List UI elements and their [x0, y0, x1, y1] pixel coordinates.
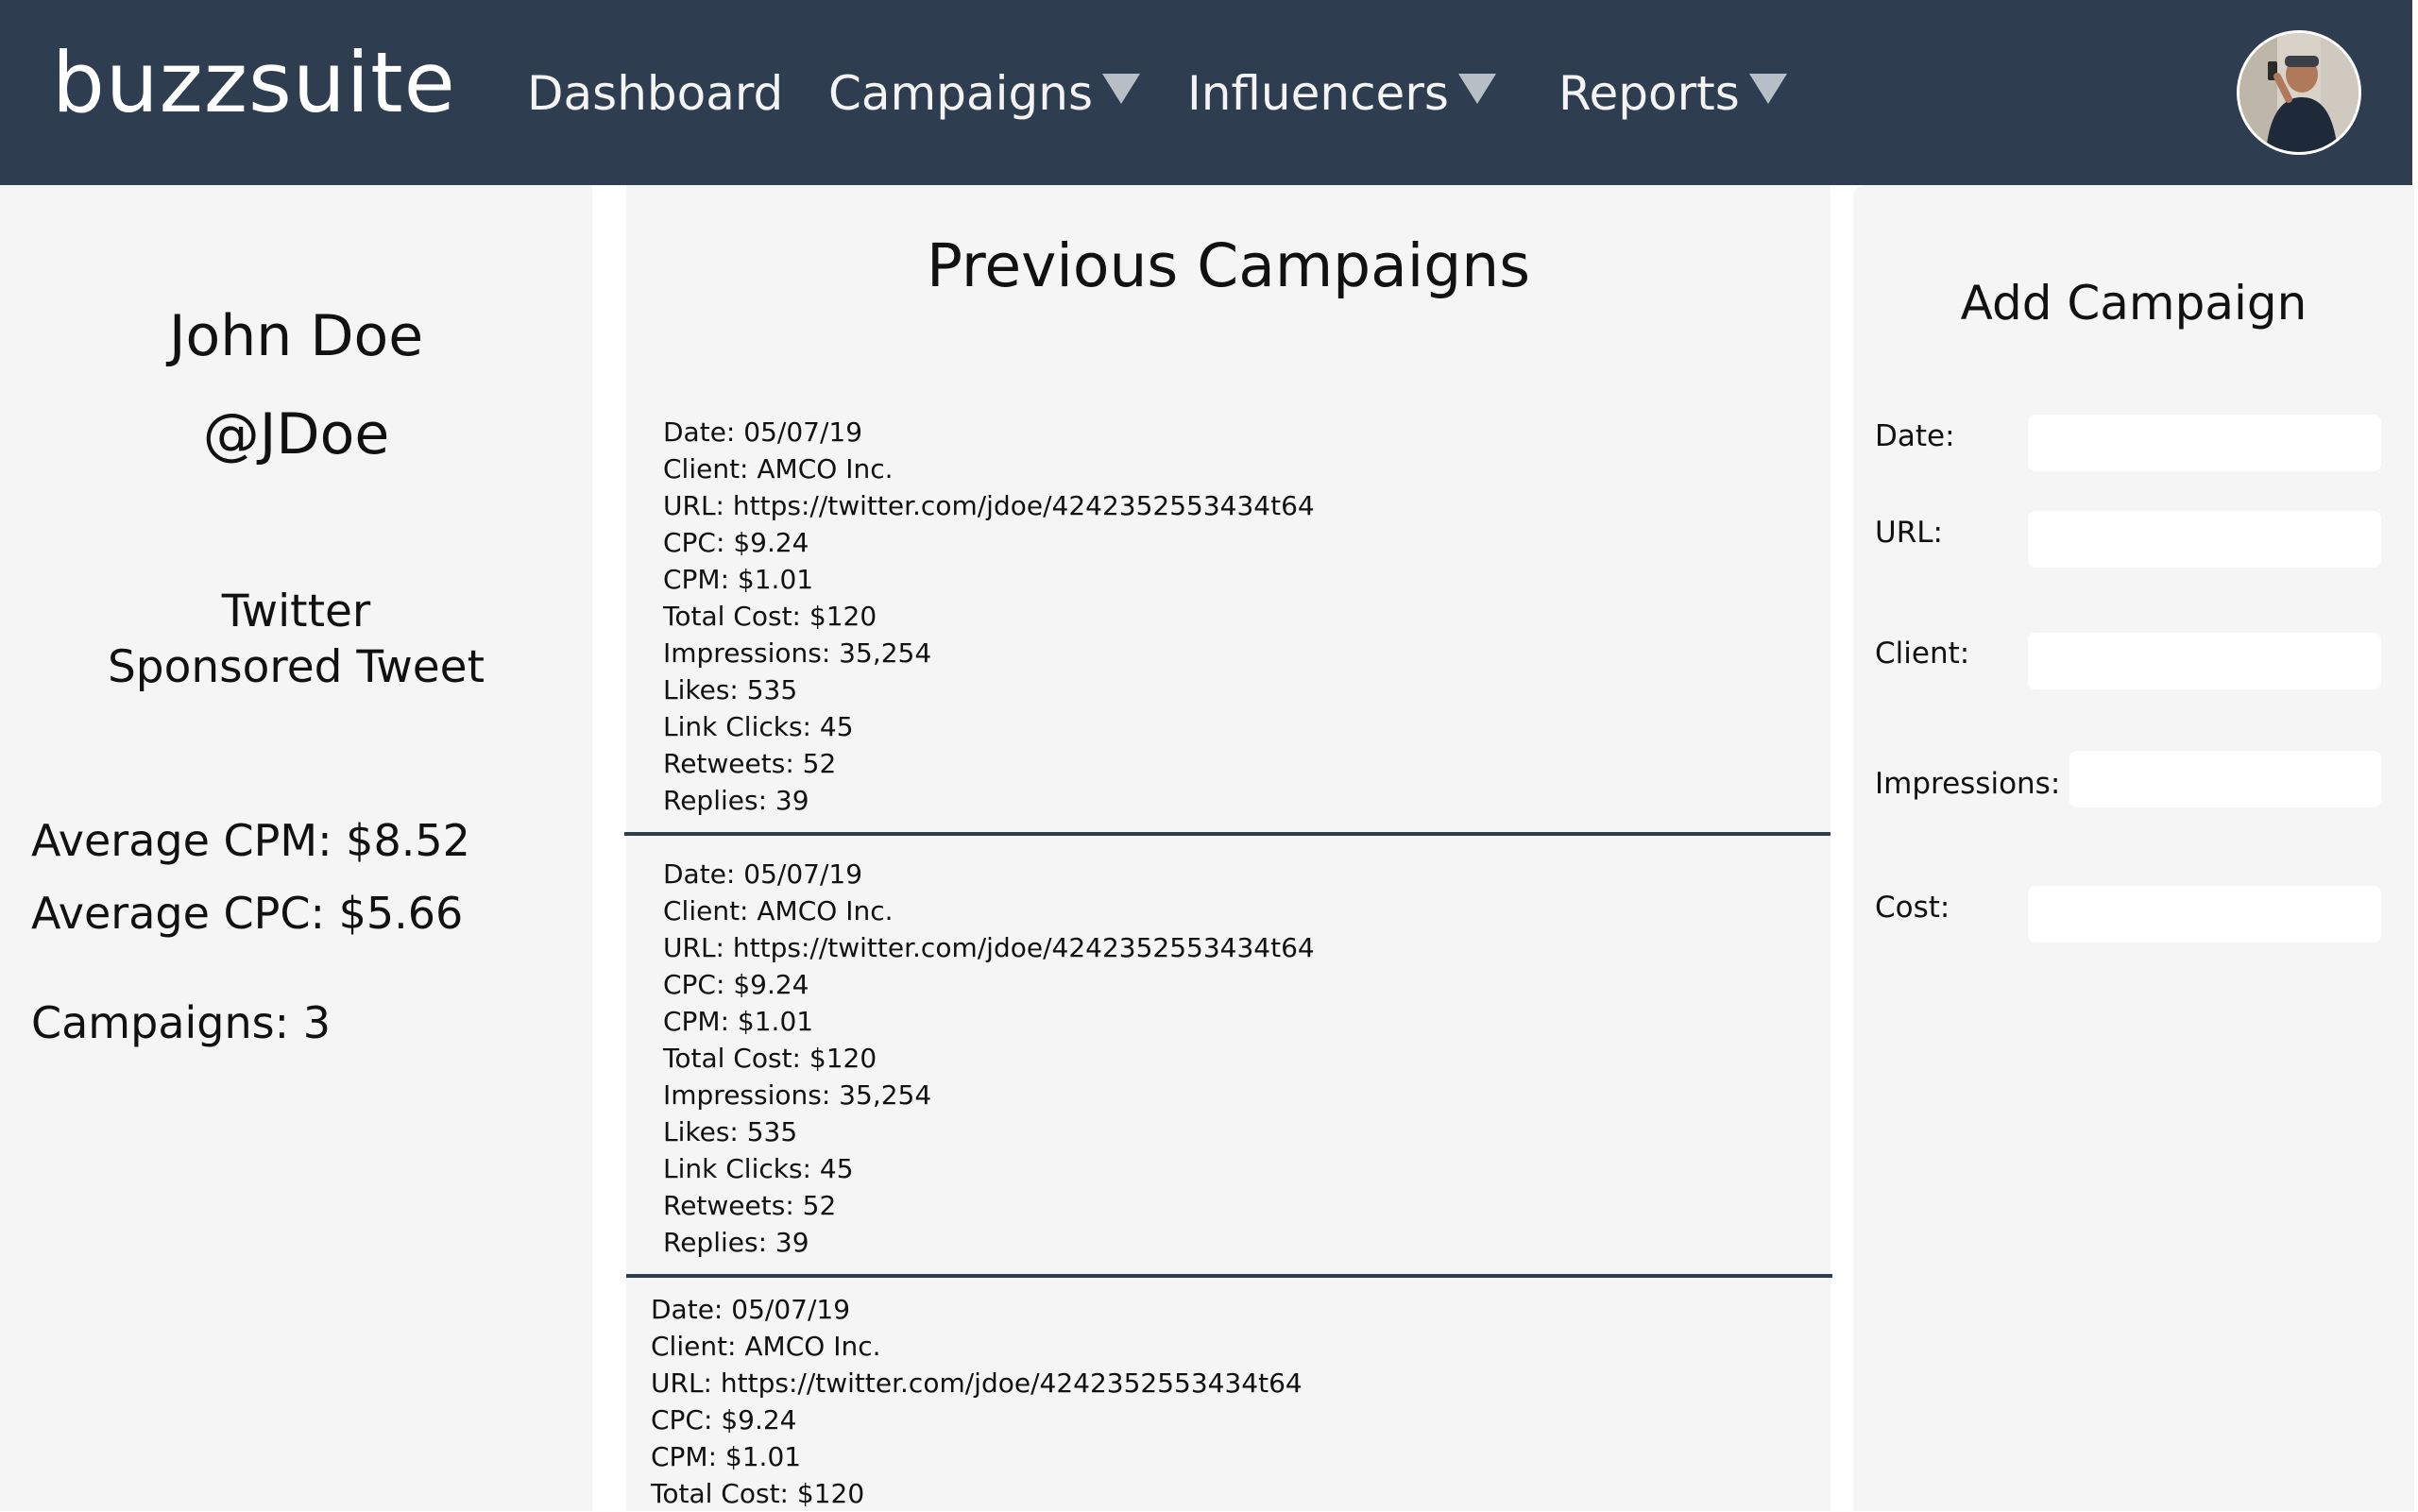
add-campaign-panel: [1853, 185, 2414, 1511]
campaign-card[interactable]: Date: 05/07/19 Client: AMCO Inc. URL: ht…: [663, 856, 1867, 1261]
campaign-cpc: CPC: $9.24: [663, 527, 809, 558]
nav-campaigns[interactable]: Campaigns: [828, 70, 1141, 117]
app-logo[interactable]: buzzsuite: [52, 42, 456, 125]
campaign-url[interactable]: URL: https://twitter.com/jdoe/4242352553…: [651, 1365, 1855, 1402]
campaign-client: Client: AMCO Inc.: [651, 1331, 881, 1362]
avg-cpc-stat: Average CPC: $5.66: [31, 888, 464, 939]
profile-handle: @JDoe: [202, 401, 390, 467]
campaign-client: Client: AMCO Inc.: [663, 895, 894, 926]
avg-cpm-stat: Average CPM: $8.52: [31, 815, 470, 866]
date-field[interactable]: [2028, 415, 2381, 471]
campaign-total-cost: Total Cost: $120: [663, 1043, 877, 1074]
url-label: URL:: [1875, 516, 1943, 550]
nav-campaigns-label: Campaigns: [828, 66, 1094, 121]
campaign-replies: Replies: 39: [663, 785, 809, 816]
campaign-impressions: Impressions: 35,254: [663, 637, 932, 669]
campaign-count-stat: Campaigns: 3: [31, 997, 331, 1048]
chevron-down-icon: [1102, 74, 1141, 104]
previous-campaigns-title: Previous Campaigns: [926, 231, 1531, 300]
campaign-date: Date: 05/07/19: [663, 858, 863, 890]
campaign-cpc: CPC: $9.24: [651, 1404, 797, 1436]
client-label: Client:: [1875, 637, 1970, 671]
cost-field[interactable]: [2028, 886, 2381, 943]
campaign-card[interactable]: Date: 05/07/19 Client: AMCO Inc. URL: ht…: [663, 414, 1867, 819]
campaign-total-cost: Total Cost: $120: [663, 601, 877, 632]
client-field[interactable]: [2028, 633, 2381, 689]
avatar-photo-icon: [2239, 33, 2358, 152]
campaign-cpm: CPM: $1.01: [663, 564, 814, 595]
nav-reports-label: Reports: [1558, 66, 1740, 121]
campaign-cpm: CPM: $1.01: [663, 1006, 814, 1037]
date-label: Date:: [1875, 419, 1955, 453]
top-navbar: buzzsuite Dashboard Campaigns Influencer…: [0, 0, 2412, 185]
campaign-impressions: Impressions: 35,254: [663, 1079, 932, 1111]
nav-dashboard[interactable]: Dashboard: [527, 70, 783, 117]
campaign-likes: Likes: 535: [663, 674, 798, 705]
chevron-down-icon: [1748, 74, 1787, 104]
impressions-label: Impressions:: [1875, 767, 2061, 801]
campaign-url[interactable]: URL: https://twitter.com/jdoe/4242352553…: [663, 929, 1867, 966]
campaign-cpm: CPM: $1.01: [651, 1441, 802, 1472]
campaign-total-cost: Total Cost: $120: [651, 1478, 865, 1509]
campaign-card[interactable]: Date: 05/07/19 Client: AMCO Inc. URL: ht…: [651, 1291, 1855, 1512]
campaign-replies: Replies: 39: [663, 1227, 809, 1258]
campaign-date: Date: 05/07/19: [663, 416, 863, 448]
campaign-cpc: CPC: $9.24: [663, 969, 809, 1000]
campaign-client: Client: AMCO Inc.: [663, 453, 894, 484]
url-field[interactable]: [2028, 511, 2381, 568]
campaign-divider: [624, 832, 1831, 836]
campaign-divider: [626, 1274, 1832, 1278]
impressions-field[interactable]: [2069, 751, 2381, 807]
profile-platform: Twitter: [221, 586, 371, 637]
campaign-url[interactable]: URL: https://twitter.com/jdoe/4242352553…: [663, 487, 1867, 524]
profile-name: John Doe: [168, 303, 424, 369]
nav-dashboard-label: Dashboard: [527, 66, 784, 121]
add-campaign-title: Add Campaign: [1960, 276, 2307, 331]
campaign-link-clicks: Link Clicks: 45: [663, 711, 854, 742]
nav-influencers[interactable]: Influencers: [1187, 70, 1496, 117]
campaign-likes: Likes: 535: [663, 1116, 798, 1147]
user-avatar[interactable]: [2237, 30, 2361, 155]
campaign-retweets: Retweets: 52: [663, 748, 837, 779]
profile-format: Sponsored Tweet: [107, 641, 485, 693]
nav-influencers-label: Influencers: [1187, 66, 1449, 121]
cost-label: Cost:: [1875, 891, 1950, 925]
campaign-link-clicks: Link Clicks: 45: [663, 1153, 854, 1184]
campaign-retweets: Retweets: 52: [663, 1190, 837, 1221]
campaign-date: Date: 05/07/19: [651, 1294, 851, 1325]
nav-reports[interactable]: Reports: [1558, 70, 1787, 117]
chevron-down-icon: [1457, 74, 1496, 104]
